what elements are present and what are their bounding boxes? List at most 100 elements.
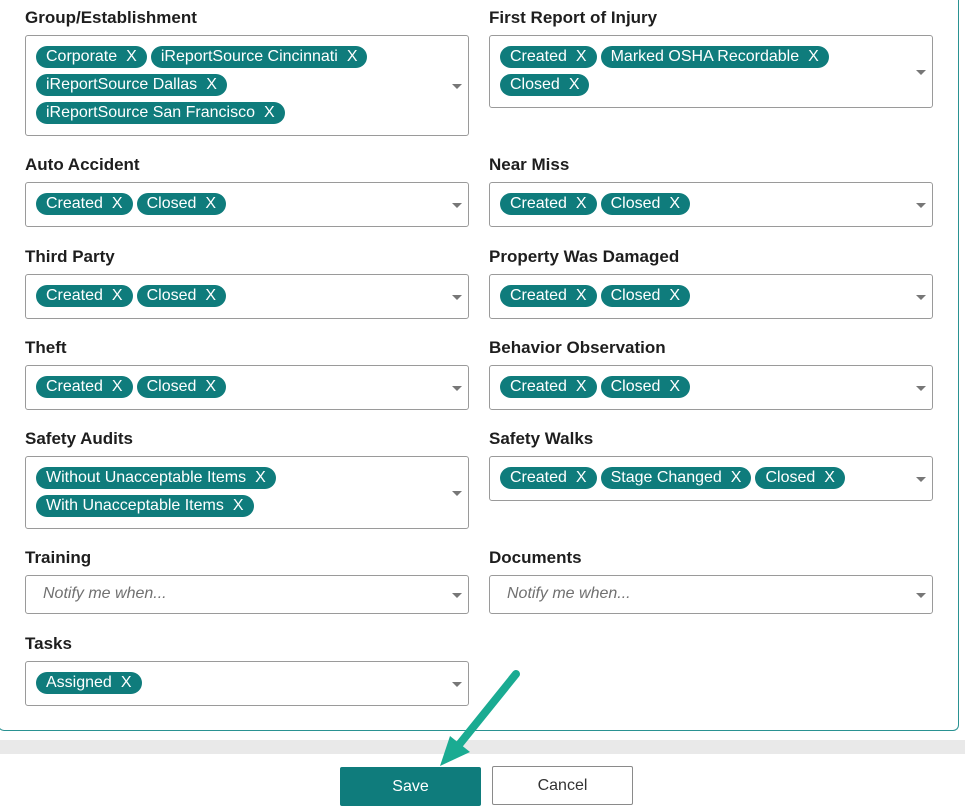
tag-label: Stage Changed	[610, 469, 722, 486]
tag-label: Marked OSHA Recordable	[610, 48, 800, 65]
safety-audits-multiselect[interactable]: Without Unacceptable Items X With Unaccept…	[25, 456, 469, 529]
remove-tag-icon[interactable]: X	[112, 376, 123, 398]
third-party-multiselect[interactable]: Created X Closed X	[25, 274, 469, 319]
remove-tag-icon[interactable]: X	[731, 467, 742, 489]
documents-multiselect[interactable]: Notify me when...	[489, 575, 933, 614]
selected-tag: Created X	[36, 376, 133, 398]
select-placeholder: Notify me when...	[43, 585, 167, 602]
remove-tag-icon[interactable]: X	[824, 467, 835, 489]
tag-label: Closed	[146, 287, 197, 304]
field-label: Group/Establishment	[25, 8, 197, 27]
selected-tag: Created X	[500, 467, 597, 489]
tag-label: Created	[46, 195, 103, 212]
field-behavior-observation: Behavior Observation Created X Closed X	[489, 338, 933, 410]
remove-tag-icon[interactable]: X	[233, 495, 244, 517]
field-label: Behavior Observation	[489, 338, 666, 357]
field-third-party: Third Party Created X Closed X	[25, 247, 469, 319]
selected-tag: Stage Changed X	[600, 467, 752, 489]
theft-multiselect[interactable]: Created X Closed X	[25, 365, 469, 410]
tag-label: iReportSource Cincinnati	[160, 48, 338, 65]
tag-label: Assigned	[46, 674, 112, 691]
near-miss-multiselect[interactable]: Created X Closed X	[489, 182, 933, 227]
chevron-down-icon[interactable]	[452, 202, 462, 208]
remove-tag-icon[interactable]: X	[205, 285, 216, 307]
field-safety-walks: Safety Walks Created X Stage Changed X Closed…	[489, 429, 933, 501]
field-training: Training Notify me when...	[25, 548, 469, 614]
remove-tag-icon[interactable]: X	[121, 672, 132, 694]
field-theft: Theft Created X Closed X	[25, 338, 469, 410]
chevron-down-icon[interactable]	[916, 476, 926, 482]
remove-tag-icon[interactable]: X	[205, 193, 216, 215]
tag-label: Created	[510, 195, 567, 212]
remove-tag-icon[interactable]: X	[576, 376, 587, 398]
selected-tag: Closed X	[600, 376, 691, 398]
chevron-down-icon[interactable]	[916, 385, 926, 391]
tag-label: Closed	[146, 378, 197, 395]
remove-tag-icon[interactable]: X	[126, 46, 137, 68]
select-placeholder: Notify me when...	[507, 585, 631, 602]
selected-tag: Created X	[36, 193, 133, 215]
remove-tag-icon[interactable]: X	[576, 46, 587, 68]
remove-tag-icon[interactable]: X	[569, 74, 580, 96]
field-property-was-damaged: Property Was Damaged Created X Closed X	[489, 247, 933, 319]
chevron-down-icon[interactable]	[916, 294, 926, 300]
field-label: Theft	[25, 338, 67, 357]
arrow-icon	[440, 670, 520, 766]
tasks-multiselect[interactable]: Assigned X	[25, 661, 469, 706]
field-auto-accident: Auto Accident Created X Closed X	[25, 155, 469, 227]
remove-tag-icon[interactable]: X	[206, 74, 217, 96]
field-label: First Report of Injury	[489, 8, 658, 27]
group-establishment-multiselect[interactable]: Corporate XiReportSource Cincinnati XiRepo…	[25, 35, 469, 136]
chevron-down-icon[interactable]	[916, 592, 926, 598]
selected-tag: Closed X	[755, 467, 845, 489]
field-group-establishment: Group/Establishment Corporate XiReportSour…	[25, 8, 469, 136]
safety-walks-multiselect[interactable]: Created X Stage Changed X Closed X	[489, 456, 933, 501]
remove-tag-icon[interactable]: X	[669, 376, 680, 398]
remove-tag-icon[interactable]: X	[112, 193, 123, 215]
selected-tag: Closed X	[136, 376, 227, 398]
selected-tag: Closed X	[500, 74, 590, 96]
auto-accident-multiselect[interactable]: Created X Closed X	[25, 182, 469, 227]
chevron-down-icon[interactable]	[916, 69, 926, 75]
training-multiselect[interactable]: Notify me when...	[25, 575, 469, 614]
field-label: Documents	[489, 548, 582, 567]
behavior-observation-multiselect[interactable]: Created X Closed X	[489, 365, 933, 410]
selected-tag: Closed X	[136, 285, 227, 307]
remove-tag-icon[interactable]: X	[255, 467, 266, 489]
tag-label: Without Unacceptable Items	[46, 469, 247, 486]
tag-label: Created	[46, 287, 103, 304]
tag-label: Closed	[610, 287, 661, 304]
remove-tag-icon[interactable]: X	[669, 193, 680, 215]
remove-tag-icon[interactable]: X	[264, 102, 275, 124]
tag-label: Corporate	[46, 48, 118, 65]
field-label: Third Party	[25, 247, 115, 266]
remove-tag-icon[interactable]: X	[576, 193, 587, 215]
chevron-down-icon[interactable]	[452, 83, 462, 89]
remove-tag-icon[interactable]: X	[347, 46, 358, 68]
chevron-down-icon[interactable]	[452, 592, 462, 598]
chevron-down-icon[interactable]	[452, 385, 462, 391]
field-label: Near Miss	[489, 155, 570, 174]
selected-tag: Created X	[500, 46, 597, 68]
remove-tag-icon[interactable]: X	[669, 285, 680, 307]
field-label: Safety Audits	[25, 429, 134, 448]
remove-tag-icon[interactable]: X	[576, 285, 587, 307]
first-report-of-injury-multiselect[interactable]: Created X Marked OSHA Recordable X Closed X	[489, 35, 933, 108]
field-first-report-of-injury: First Report of Injury Created X Marked OSH…	[489, 8, 933, 108]
selected-tag: Without Unacceptable Items X	[36, 467, 276, 489]
selected-tag: Created X	[500, 193, 597, 215]
chevron-down-icon[interactable]	[916, 202, 926, 208]
remove-tag-icon[interactable]: X	[205, 376, 216, 398]
remove-tag-icon[interactable]: X	[576, 467, 587, 489]
selected-tag: Created X	[36, 285, 133, 307]
tag-label: Closed	[610, 378, 661, 395]
remove-tag-icon[interactable]: X	[112, 285, 123, 307]
chevron-down-icon[interactable]	[452, 490, 462, 496]
selected-tag: Marked OSHA Recordable X	[600, 46, 829, 68]
chevron-down-icon[interactable]	[452, 294, 462, 300]
property-was-damaged-multiselect[interactable]: Created X Closed X	[489, 274, 933, 319]
tag-label: Created	[46, 378, 103, 395]
tag-label: Created	[510, 287, 567, 304]
remove-tag-icon[interactable]: X	[808, 46, 819, 68]
selected-tag: iReportSource San Francisco X	[36, 102, 285, 124]
